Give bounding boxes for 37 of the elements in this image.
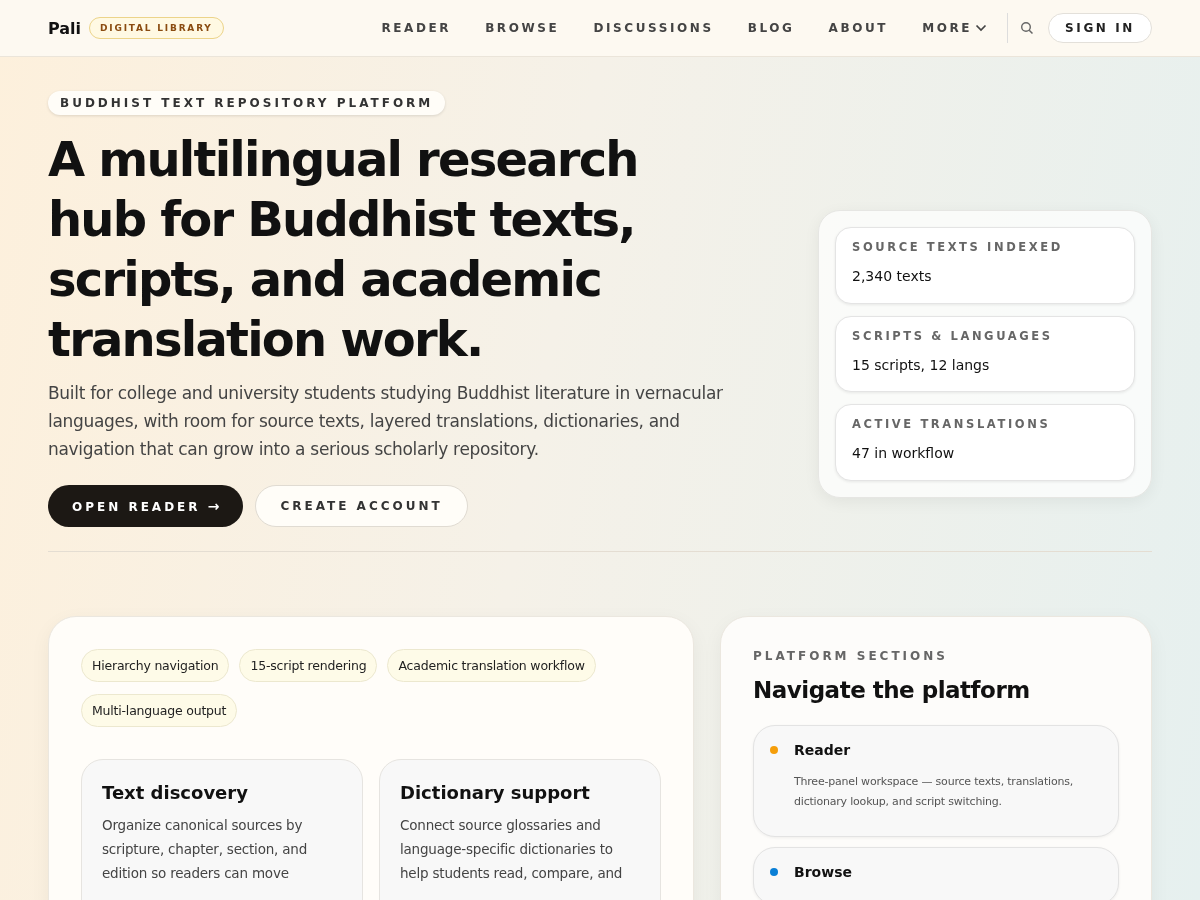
nav-link[interactable]: DISCUSSIONS	[593, 21, 714, 35]
library-badge: DIGITAL LIBRARY	[89, 17, 224, 39]
nav-link[interactable]: READER	[381, 21, 452, 35]
brand-name[interactable]: Pali	[48, 18, 82, 38]
section-description: Three-panel workspace — source texts, translations, dictionary lookup, and script switching.	[794, 774, 1074, 810]
nav-link[interactable]: BROWSE	[485, 21, 560, 35]
feature-tag: Academic translation workflow	[387, 649, 596, 682]
stat-value: 15 scripts, 12 langs	[852, 356, 991, 373]
sign-in-button[interactable]: SIGN IN	[1048, 13, 1152, 43]
chevron-down-icon	[975, 24, 988, 32]
feature-description: Connect source glossaries and language-specific dictionaries to help students read, compare, and	[400, 816, 624, 883]
stat-value: 2,340 texts	[852, 268, 933, 284]
search-icon[interactable]	[1020, 21, 1035, 35]
section-card[interactable]: Reader Three-panel workspace — source texts, translations, dictionary lookup, and script switching.	[753, 725, 1119, 837]
stat-label: SCRIPTS & LANGUAGES	[852, 328, 1054, 343]
feature-title: Dictionary support	[400, 782, 591, 803]
section-name: Browse	[794, 864, 852, 880]
nav-link[interactable]: BLOG	[747, 21, 795, 35]
feature-title: Text discovery	[102, 782, 249, 803]
hero-heading: A multilingual research hub for Buddhist texts, scripts, and academic translation work.	[48, 130, 639, 369]
stat-value: 47 in workflow	[852, 445, 956, 462]
create-account-button[interactable]: CREATE ACCOUNT	[255, 485, 468, 527]
feature-tag: 15-script rendering	[239, 649, 378, 682]
sections-heading: Navigate the platform	[753, 677, 1031, 703]
section-name: Reader	[794, 742, 851, 758]
feature-description: Organize canonical sources by scripture, chapter, section, and edition so readers can move	[102, 816, 309, 883]
section-card[interactable]: Browse	[753, 847, 1119, 900]
nav-link[interactable]: MORE	[922, 21, 988, 35]
open-reader-button[interactable]: OPEN READER →	[48, 485, 244, 527]
hero-description: Built for college and university students studying Buddhist literature in vernacular languages, with room for source texts, layered translations, dictionaries, and navigation that can grow into a serious scholarly repository.	[48, 382, 724, 461]
feature-tag: Multi-language output	[81, 694, 238, 727]
nav-link[interactable]: ABOUT	[828, 21, 889, 35]
stat-label: ACTIVE TRANSLATIONS	[852, 417, 1052, 432]
sections-eyebrow: PLATFORM SECTIONS	[753, 649, 949, 663]
stat-label: SOURCE TEXTS INDEXED	[852, 240, 1064, 254]
feature-tag: Hierarchy navigation	[81, 649, 230, 682]
eyebrow-label: BUDDHIST TEXT REPOSITORY PLATFORM	[48, 91, 446, 115]
